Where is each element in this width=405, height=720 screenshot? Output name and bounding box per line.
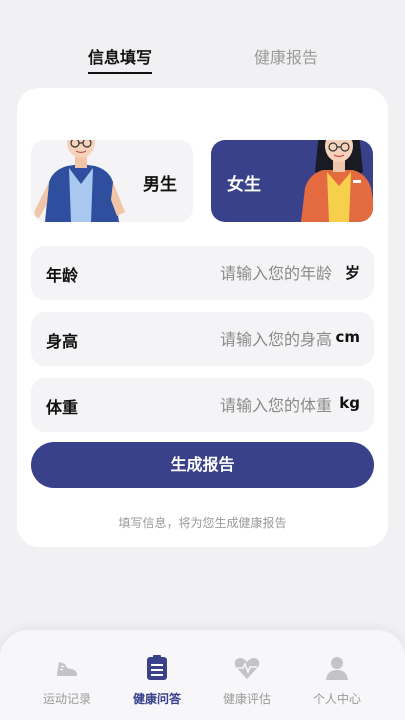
height-input[interactable]	[162, 326, 332, 352]
weight-input[interactable]	[162, 392, 332, 418]
nav-item-exercise-record[interactable]: 运动记录	[27, 654, 107, 707]
status-bar-area	[0, 0, 405, 40]
age-unit: 岁	[344, 264, 360, 282]
height-field: 身高 cm	[31, 312, 374, 366]
age-input[interactable]	[162, 260, 332, 286]
person-icon	[326, 657, 348, 680]
shoe-icon	[57, 662, 77, 676]
age-field: 年龄 岁	[31, 246, 374, 300]
male-avatar-icon	[34, 140, 125, 222]
weight-label: 体重	[46, 398, 79, 417]
form-hint-text: 填写信息，将为您生成健康报告	[118, 516, 287, 530]
weight-field: 体重 kg	[31, 378, 374, 432]
gender-female-label: 女生	[227, 175, 261, 195]
female-avatar-icon	[301, 140, 373, 222]
nav-label-health-qa: 健康问答	[132, 692, 181, 706]
heartbeat-icon	[234, 658, 260, 679]
nav-item-health-qa[interactable]: 健康问答	[117, 654, 197, 707]
top-tabs: 信息填写 健康报告	[0, 44, 405, 74]
nav-label-personal-center: 个人中心	[312, 692, 361, 706]
nav-item-personal-center[interactable]: 个人中心	[297, 654, 377, 707]
document-list-icon	[147, 655, 167, 680]
tab-info-fill[interactable]: 信息填写	[88, 44, 153, 74]
nav-label-exercise-record: 运动记录	[42, 692, 91, 706]
bottom-nav-bar: 运动记录 健康问答 健康评估 个人中心	[0, 630, 405, 720]
nav-item-health-assessment[interactable]: 健康评估	[207, 654, 287, 707]
age-label: 年龄	[46, 266, 79, 285]
height-unit: cm	[335, 328, 360, 346]
generate-report-button[interactable]: 生成报告	[31, 442, 374, 488]
gender-male-option[interactable]: 男生	[31, 140, 193, 222]
info-form-card: 男生 女生 年龄 岁 身高 cm 体重 kg 生成报告 填写信息，	[17, 88, 388, 547]
tab-health-report[interactable]: 健康报告	[254, 44, 318, 68]
weight-unit: kg	[339, 394, 360, 412]
nav-label-health-assessment: 健康评估	[222, 692, 271, 706]
height-label: 身高	[46, 332, 79, 351]
gender-female-option[interactable]: 女生	[211, 140, 373, 222]
gender-male-label: 男生	[143, 175, 177, 195]
